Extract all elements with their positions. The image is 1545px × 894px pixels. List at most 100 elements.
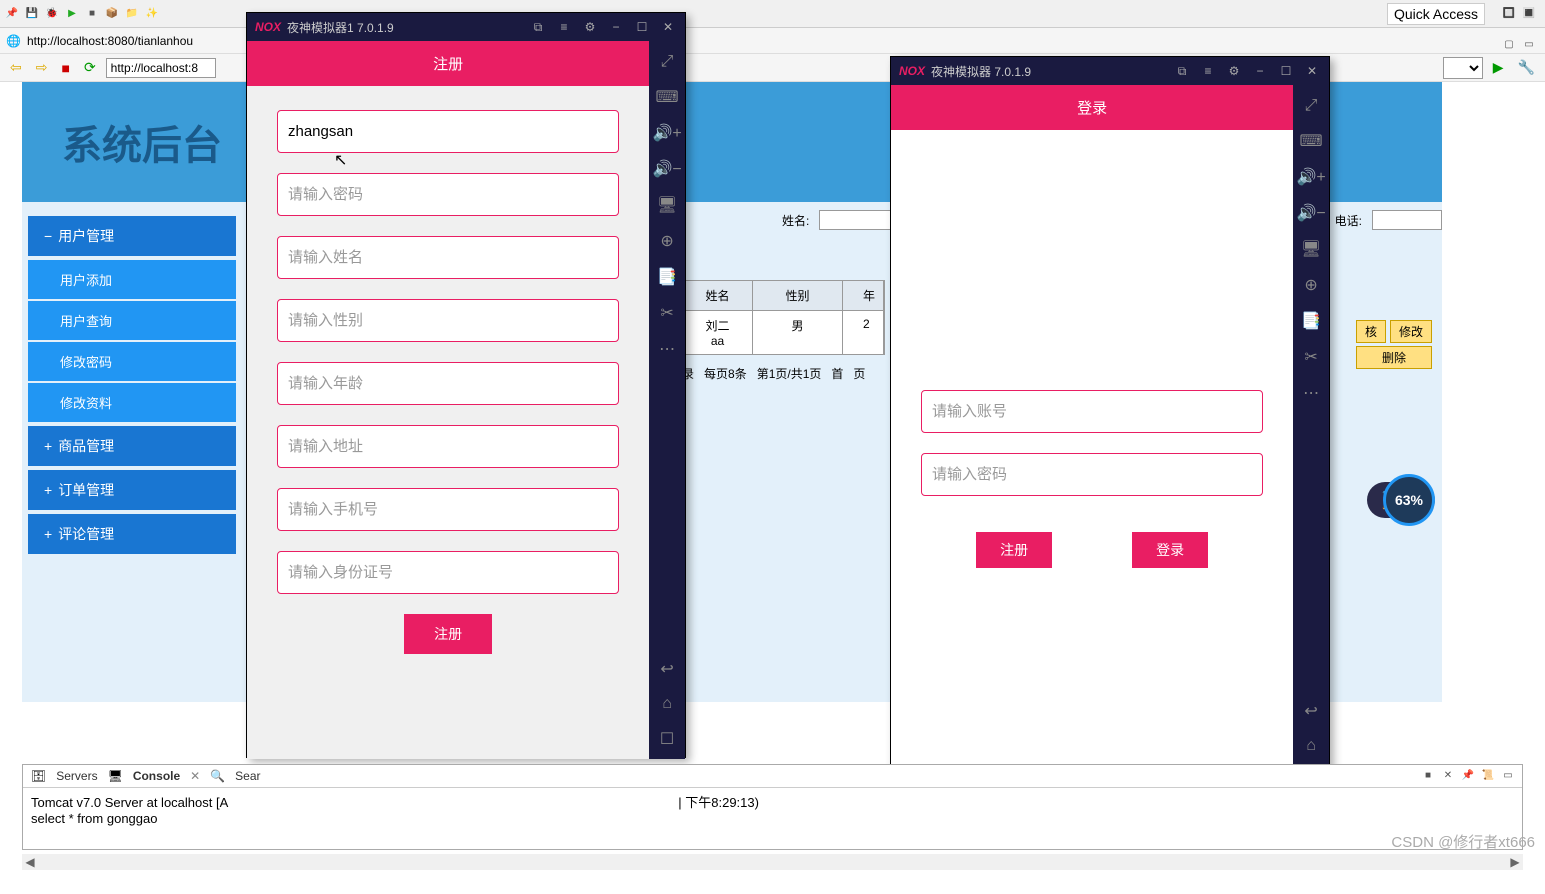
sidebar-item-user-query[interactable]: 用户查询	[28, 301, 236, 340]
sidebar-item-change-pwd[interactable]: 修改密码	[28, 342, 236, 381]
scissors-icon[interactable]: ✂	[1304, 347, 1317, 367]
register-username-input[interactable]	[277, 110, 619, 153]
login-account-input[interactable]	[921, 390, 1263, 433]
login-login-button[interactable]: 登录	[1132, 532, 1208, 568]
pkg-icon[interactable]: 📦	[104, 6, 120, 22]
run-icon[interactable]: ▶	[64, 6, 80, 22]
login-password-input[interactable]	[921, 453, 1263, 496]
register-address-input[interactable]	[277, 425, 619, 468]
emu2-settings-icon[interactable]: ⚙	[1225, 64, 1243, 79]
console-clear-icon[interactable]: ✕	[1440, 767, 1456, 783]
layers-icon[interactable]: 📑	[657, 267, 677, 287]
console-stop-icon[interactable]: ■	[1420, 767, 1436, 783]
sidebar-item-change-info[interactable]: 修改资料	[28, 383, 236, 422]
emu2-multi-icon[interactable]: ⧉	[1173, 64, 1191, 79]
volume-up-icon[interactable]: 🔊+	[652, 123, 681, 143]
scroll-left-icon[interactable]: ◀	[22, 855, 38, 869]
page-last[interactable]: 页	[853, 365, 865, 382]
wand-icon[interactable]: ✨	[144, 6, 160, 22]
emu1-minimize-icon[interactable]: −	[607, 20, 625, 35]
emu1-multi-icon[interactable]: ⧉	[529, 20, 547, 35]
review-button[interactable]: 核	[1356, 320, 1386, 343]
register-phone-input[interactable]	[277, 488, 619, 531]
stop-button[interactable]: ■	[57, 60, 73, 76]
pin-icon[interactable]: 📌	[4, 6, 20, 22]
sidebar-section-comment[interactable]: +评论管理	[28, 514, 236, 554]
net-percent[interactable]: 63%	[1383, 474, 1435, 526]
tab-servers[interactable]: Servers	[56, 769, 97, 783]
keyboard-icon[interactable]: ⌨	[656, 87, 679, 107]
sidebar-section-user[interactable]: −用户管理	[28, 216, 236, 256]
emu2-minimize-icon[interactable]: −	[1251, 64, 1269, 79]
login-register-button[interactable]: 注册	[976, 532, 1052, 568]
console-body[interactable]: Tomcat v7.0 Server at localhost [A| 下午8:…	[23, 788, 1522, 830]
scissors-icon[interactable]: ✂	[660, 303, 673, 323]
back-icon[interactable]: ↩	[660, 659, 673, 679]
forward-button[interactable]: ⇨	[32, 59, 52, 76]
delete-button[interactable]: 删除	[1356, 346, 1432, 369]
add-icon[interactable]: ⊕	[1304, 275, 1317, 295]
sidebar-item-user-add[interactable]: 用户添加	[28, 260, 236, 299]
sidebar-section-order[interactable]: +订单管理	[28, 470, 236, 510]
back-icon[interactable]: ↩	[1304, 701, 1317, 721]
stop-icon[interactable]: ■	[84, 6, 100, 22]
emu2-titlebar[interactable]: NOX 夜神模拟器 7.0.1.9 ⧉ ≡ ⚙ − ☐ ✕	[891, 57, 1329, 85]
perspective-icon[interactable]: 🔲	[1501, 5, 1517, 21]
add-icon[interactable]: ⊕	[660, 231, 673, 251]
register-gender-input[interactable]	[277, 299, 619, 342]
save-icon[interactable]: 💾	[24, 6, 40, 22]
edit-button[interactable]: 修改	[1390, 320, 1432, 343]
console-scroll-icon[interactable]: 📜	[1480, 767, 1496, 783]
register-idcard-input[interactable]	[277, 551, 619, 594]
sidebar-section-goods[interactable]: +商品管理	[28, 426, 236, 466]
filter-phone-input[interactable]	[1372, 210, 1442, 230]
emu1-titlebar[interactable]: NOX 夜神模拟器1 7.0.1.9 ⧉ ≡ ⚙ − ☐ ✕	[247, 13, 685, 41]
register-age-input[interactable]	[277, 362, 619, 405]
expand-icon[interactable]: ⤢	[661, 53, 674, 71]
tab-console[interactable]: Console	[133, 769, 180, 783]
volume-down-icon[interactable]: 🔊−	[1296, 203, 1325, 223]
emu1-settings-icon[interactable]: ⚙	[581, 20, 599, 35]
emu1-maximize-icon[interactable]: ☐	[633, 20, 651, 35]
volume-down-icon[interactable]: 🔊−	[652, 159, 681, 179]
folder-icon[interactable]: 📁	[124, 6, 140, 22]
refresh-button[interactable]: ⟳	[80, 59, 100, 76]
tab-search[interactable]: Sear	[235, 769, 260, 783]
page-first[interactable]: 首	[831, 365, 843, 382]
display-icon[interactable]: 🖥	[657, 195, 677, 215]
back-button[interactable]: ⇦	[6, 59, 26, 76]
url-input[interactable]	[106, 58, 216, 78]
emu2-close-icon[interactable]: ✕	[1303, 64, 1321, 79]
debug-icon[interactable]: 🐞	[44, 6, 60, 22]
horizontal-scrollbar[interactable]: ◀ ▶	[22, 854, 1523, 870]
register-password-input[interactable]	[277, 173, 619, 216]
register-name-input[interactable]	[277, 236, 619, 279]
display-icon[interactable]: 🖥	[1301, 239, 1321, 259]
console-min-icon[interactable]: ▭	[1500, 767, 1516, 783]
volume-up-icon[interactable]: 🔊+	[1296, 167, 1325, 187]
scroll-right-icon[interactable]: ▶	[1507, 855, 1523, 869]
quick-access[interactable]: Quick Access	[1387, 3, 1485, 25]
register-submit-button[interactable]: 注册	[404, 614, 492, 654]
emu1-menu-icon[interactable]: ≡	[555, 20, 573, 35]
recent-icon[interactable]: ☐	[660, 729, 674, 749]
go-button[interactable]: ▶	[1489, 59, 1508, 76]
emu2-menu-icon[interactable]: ≡	[1199, 64, 1217, 79]
perspective2-icon[interactable]: 🔳	[1521, 5, 1537, 21]
emu1-close-icon[interactable]: ✕	[659, 20, 677, 35]
expand-icon[interactable]: ⤢	[1305, 97, 1318, 115]
home-icon[interactable]: ⌂	[1306, 737, 1316, 755]
console-pin-icon[interactable]: 📌	[1460, 767, 1476, 783]
minimize-icon[interactable]: ▢	[1501, 36, 1517, 52]
maximize-icon[interactable]: ▭	[1521, 36, 1537, 52]
browser-tab[interactable]: http://localhost:8080/tianlanhou	[27, 34, 193, 48]
home-icon[interactable]: ⌂	[662, 695, 672, 713]
more-icon[interactable]: ⋯	[1303, 383, 1319, 403]
emu2-maximize-icon[interactable]: ☐	[1277, 64, 1295, 79]
more-icon[interactable]: ⋯	[659, 339, 675, 359]
layers-icon[interactable]: 📑	[1301, 311, 1321, 331]
keyboard-icon[interactable]: ⌨	[1300, 131, 1323, 151]
url-select[interactable]	[1443, 57, 1483, 79]
browser-menu-icon[interactable]: 🔧	[1514, 59, 1539, 76]
network-widget[interactable]: ↑ 1.2K/s ↓ 8.7K/s 63%	[1367, 482, 1435, 518]
